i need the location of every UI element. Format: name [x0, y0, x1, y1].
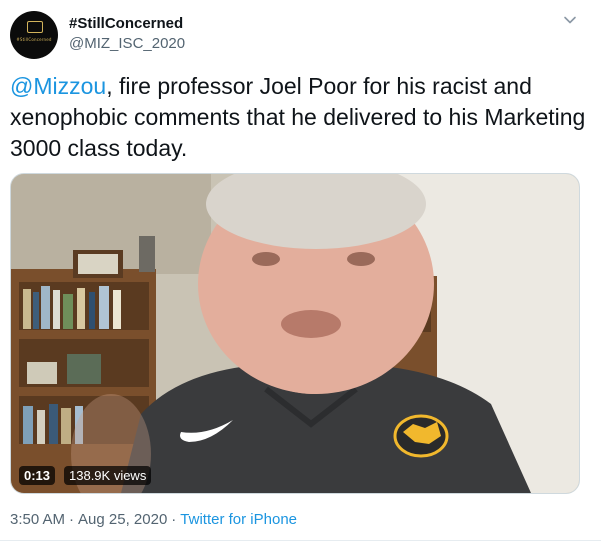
tweet-source-link[interactable]: Twitter for iPhone [180, 511, 297, 528]
tweet-meta: 3:50 AM · Aug 25, 2020 · Twitter for iPhone [10, 510, 297, 530]
tweet-time[interactable]: 3:50 AM [10, 511, 65, 528]
mention-link[interactable]: @Mizzou [10, 73, 106, 99]
tweet-date[interactable]: Aug 25, 2020 [78, 511, 167, 528]
video-thumbnail [11, 174, 579, 493]
avatar-logo-text: #StillConcerned [16, 36, 52, 42]
author-handle[interactable]: @MIZ_ISC_2020 [69, 34, 185, 54]
video-duration: 0:13 [19, 466, 56, 485]
video-view-count: 138.9K views [64, 466, 152, 485]
divider [0, 540, 601, 541]
video-player[interactable]: 0:13 138.9K views [10, 173, 580, 494]
chevron-down-icon[interactable] [562, 12, 578, 28]
tweet-text: @Mizzou, fire professor Joel Poor for hi… [10, 71, 590, 164]
avatar[interactable]: #StillConcerned [10, 11, 58, 59]
meta-separator: · [69, 511, 75, 528]
author-display-name[interactable]: #StillConcerned [69, 14, 183, 34]
avatar-emblem-icon [27, 21, 43, 33]
meta-separator: · [171, 511, 177, 528]
tweet: #StillConcerned #StillConcerned @MIZ_ISC… [0, 0, 601, 542]
